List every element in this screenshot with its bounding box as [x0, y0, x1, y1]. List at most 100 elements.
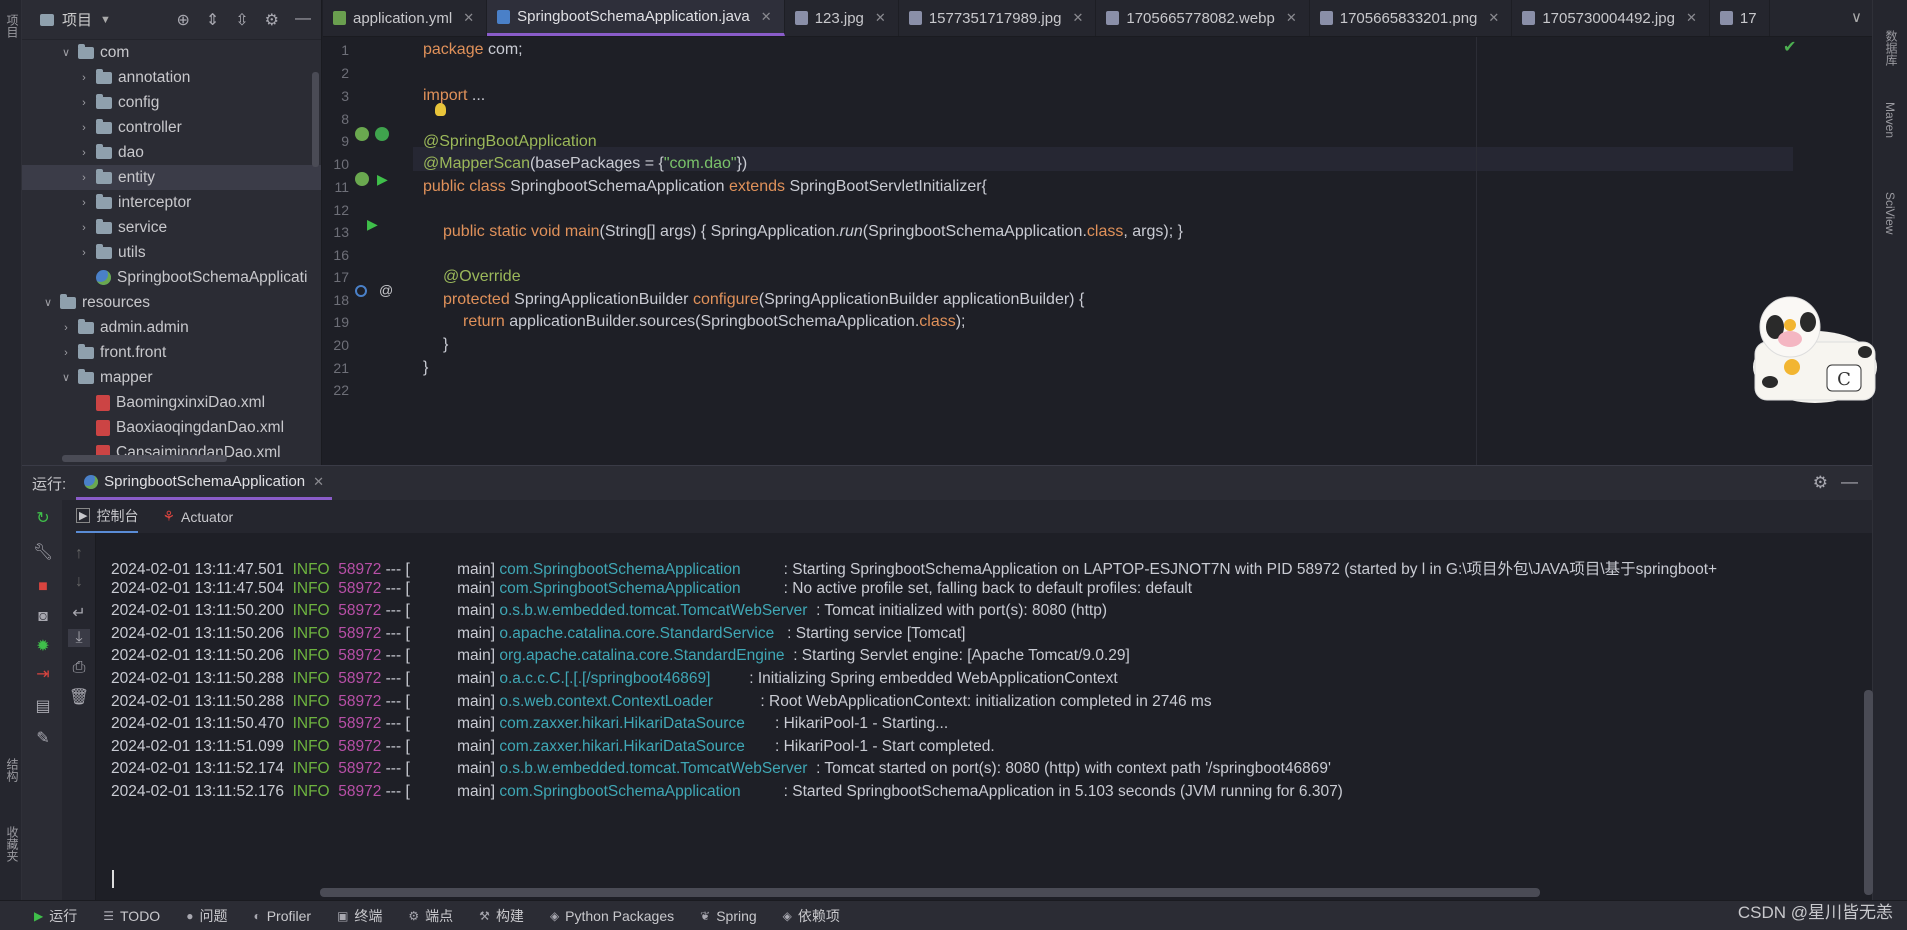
project-panel-title[interactable]: 项目 [62, 9, 92, 30]
exit-icon[interactable]: ⇥ [32, 664, 54, 684]
gear-icon[interactable]: ⚙ [265, 10, 279, 30]
status-bar-item[interactable]: ◈ Python Packages [550, 908, 674, 924]
tabs-overflow-icon[interactable]: ∨ [1851, 8, 1862, 26]
camera-icon[interactable]: ◙ [32, 608, 54, 626]
minimize-icon[interactable]: — [295, 10, 311, 30]
tree-item[interactable]: BaoxiaoqingdanDao.xml [22, 415, 321, 440]
at-icon[interactable]: @ [379, 282, 393, 298]
locate-icon[interactable]: ⊕ [176, 10, 189, 30]
chevron-right-icon[interactable]: › [58, 347, 74, 359]
debug-icon[interactable]: ✹ [32, 636, 54, 656]
chevron-right-icon[interactable]: › [76, 122, 92, 134]
chevron-right-icon[interactable]: › [76, 147, 92, 159]
layout-icon[interactable]: ▤ [32, 696, 54, 716]
bean-icon[interactable] [355, 172, 369, 186]
tree-item[interactable]: › annotation [22, 65, 321, 90]
tree-item[interactable]: ∨ mapper [22, 365, 321, 390]
tree-item[interactable]: SpringbootSchemaApplicati [22, 265, 321, 290]
chevron-right-icon[interactable]: › [76, 72, 92, 84]
editor-tab[interactable]: application.yml ✕ [323, 0, 488, 36]
chevron-right-icon[interactable]: › [76, 222, 92, 234]
scroll-to-end-icon[interactable]: ⤓ [68, 629, 90, 647]
tree-item[interactable]: › dao [22, 140, 321, 165]
run-icon[interactable]: ▶ [367, 216, 378, 233]
vertical-scrollbar[interactable] [1864, 690, 1873, 895]
spring-leaf-icon[interactable] [375, 127, 389, 141]
bean-icon[interactable] [355, 127, 369, 141]
editor-tab[interactable]: 123.jpg ✕ [785, 0, 899, 36]
tree-item[interactable]: › interceptor [22, 190, 321, 215]
chevron-down-icon[interactable]: ∨ [40, 296, 56, 309]
close-icon[interactable]: ✕ [1286, 10, 1297, 26]
status-bar-item[interactable]: ▶ 运行 [34, 906, 77, 926]
tree-item[interactable]: › admin.admin [22, 315, 321, 340]
close-icon[interactable]: ✕ [1488, 10, 1499, 26]
minimize-icon[interactable]: — [1841, 472, 1858, 492]
sciview-tool-button[interactable]: SciView [1883, 192, 1897, 234]
status-bar-item[interactable]: ☰ TODO [103, 908, 160, 924]
tree-item[interactable]: ∨ resources [22, 290, 321, 315]
wrench-icon[interactable]: 🔧︎ [32, 542, 54, 562]
run-config-tab[interactable]: SpringbootSchemaApplication ✕ [76, 466, 333, 500]
chevron-down-icon[interactable]: ∨ [58, 371, 74, 384]
close-icon[interactable]: ✕ [463, 10, 474, 26]
editor-tab[interactable]: SpringbootSchemaApplication.java ✕ [487, 0, 785, 36]
status-bar-item[interactable]: ◈ 依赖项 [783, 906, 840, 926]
rerun-icon[interactable]: ↻ [32, 508, 54, 528]
close-icon[interactable]: ✕ [875, 10, 886, 26]
tree-item[interactable]: BaomingxinxiDao.xml [22, 390, 321, 415]
maven-tool-button[interactable]: Maven [1883, 102, 1897, 138]
chevron-right-icon[interactable]: › [76, 172, 92, 184]
close-icon[interactable]: ✕ [313, 474, 324, 490]
database-tool-button[interactable]: 数据库 [1883, 30, 1900, 66]
close-icon[interactable]: ✕ [1686, 10, 1697, 26]
soft-wrap-icon[interactable]: ↵ [68, 603, 90, 623]
status-bar-item[interactable]: ⚒ 构建 [479, 906, 524, 926]
chevron-right-icon[interactable]: › [76, 97, 92, 109]
status-bar-item[interactable]: ● 问题 [186, 906, 227, 926]
editor-tab[interactable]: 1705730004492.jpg ✕ [1512, 0, 1710, 36]
chevron-right-icon[interactable]: › [58, 322, 74, 334]
expand-all-icon[interactable]: ⇕ [206, 10, 219, 30]
editor-tab[interactable]: 1705665833201.png ✕ [1310, 0, 1513, 36]
stop-icon[interactable]: ■ [32, 578, 54, 596]
tree-vertical-scrollbar[interactable] [312, 72, 319, 167]
editor-tab[interactable]: 1577351717989.jpg ✕ [899, 0, 1097, 36]
tree-item[interactable]: › controller [22, 115, 321, 140]
favorites-tool-button[interactable]: 收藏夹 [4, 826, 21, 862]
tree-item[interactable]: › service [22, 215, 321, 240]
status-bar-item[interactable]: ◐ Profiler [253, 908, 311, 924]
structure-tool-button[interactable]: 结构 [4, 758, 21, 782]
override-icon[interactable] [355, 285, 367, 297]
run-icon[interactable]: ▶ [377, 171, 388, 188]
tab-console[interactable]: ▶ 控制台 [76, 500, 139, 533]
tree-item[interactable]: › front.front [22, 340, 321, 365]
tab-actuator[interactable]: ⚘ Actuator [162, 500, 233, 533]
tree-item[interactable]: › config [22, 90, 321, 115]
chevron-down-icon[interactable]: ∨ [58, 46, 74, 59]
editor-tab[interactable]: 1705665778082.webp ✕ [1096, 0, 1310, 36]
status-bar-item[interactable]: ▣ 终端 [337, 906, 382, 926]
down-arrow-icon[interactable]: ↓ [68, 573, 90, 591]
tree-item[interactable]: › entity [22, 165, 321, 190]
trash-icon[interactable]: 🗑︎ [68, 687, 90, 707]
editor-tab[interactable]: 17 [1710, 0, 1770, 36]
inspection-ok-icon[interactable]: ✔ [1783, 37, 1796, 57]
chevron-right-icon[interactable]: › [76, 247, 92, 259]
status-bar-item[interactable]: ⚙ 端点 [408, 906, 453, 926]
horizontal-scrollbar[interactable] [320, 888, 1540, 897]
tree-item[interactable]: › utils [22, 240, 321, 265]
code-editor[interactable]: 1 2 3 8 9 10 11 12 13 16 17 18 19 20 21 22 ▶ ▶ @ packag… [323, 37, 1872, 465]
close-icon[interactable]: ✕ [761, 9, 772, 25]
pin-icon[interactable]: ✎ [32, 728, 54, 748]
up-arrow-icon[interactable]: ↑ [68, 545, 90, 563]
tree-horizontal-scrollbar[interactable] [62, 455, 227, 462]
chevron-down-icon[interactable]: ▼ [100, 14, 111, 26]
gear-icon[interactable]: ⚙ [1813, 473, 1828, 493]
collapse-all-icon[interactable]: ⇳ [235, 10, 248, 30]
project-tool-button[interactable]: 项目 [4, 14, 21, 38]
tree-item[interactable]: ∨ com [22, 40, 321, 65]
print-icon[interactable]: ⎙ [68, 659, 90, 677]
chevron-right-icon[interactable]: › [76, 197, 92, 209]
console-output[interactable]: 2024-02-01 13:11:47.501 INFO 58972 --- [… [96, 533, 1872, 900]
